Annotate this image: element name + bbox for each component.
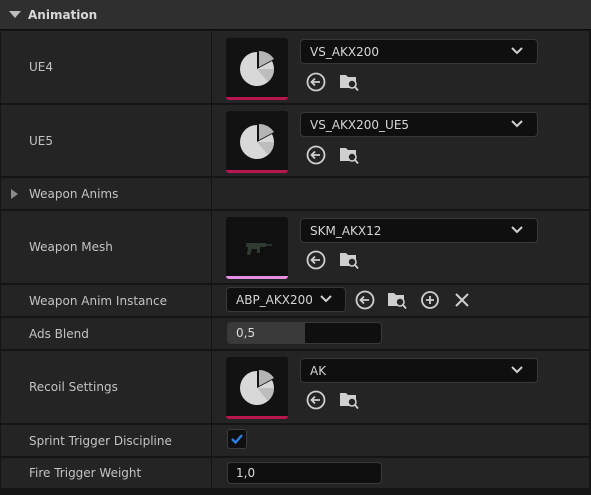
asset-picker-recoil-settings[interactable]: AK bbox=[300, 358, 538, 383]
collapse-caret-icon[interactable] bbox=[9, 11, 21, 18]
property-label-ue4: UE4 bbox=[29, 60, 53, 74]
asset-type-bar bbox=[226, 97, 288, 100]
pie-chart-icon bbox=[226, 111, 288, 173]
chevron-down-icon bbox=[320, 295, 332, 303]
asset-thumbnail-weapon-mesh[interactable] bbox=[226, 217, 288, 279]
column-divider[interactable] bbox=[211, 318, 212, 349]
use-selected-button[interactable] bbox=[354, 289, 376, 311]
pie-chart-icon bbox=[226, 38, 288, 100]
class-picker-weapon-anim-instance[interactable]: ABP_AKX200 bbox=[226, 287, 346, 312]
property-label-sprint-trigger-discipline: Sprint Trigger Discipline bbox=[29, 433, 172, 448]
property-label-weapon-anims: Weapon Anims bbox=[29, 186, 119, 201]
arrow-left-circle-icon bbox=[306, 145, 326, 165]
asset-name: SKM_AKX12 bbox=[310, 223, 382, 238]
browse-asset-button[interactable] bbox=[386, 289, 408, 311]
pie-chart-icon bbox=[226, 357, 288, 419]
asset-picker-ue4[interactable]: VS_AKX200 bbox=[300, 39, 538, 64]
folder-search-icon bbox=[388, 293, 407, 310]
property-row-sprint-trigger-discipline: Sprint Trigger Discipline bbox=[1, 425, 589, 457]
property-label-weapon-mesh: Weapon Mesh bbox=[29, 240, 113, 254]
column-divider[interactable] bbox=[211, 31, 212, 103]
browse-asset-button[interactable] bbox=[338, 389, 360, 411]
asset-thumbnail-recoil-settings[interactable] bbox=[226, 357, 288, 419]
property-label-recoil-settings: Recoil Settings bbox=[29, 380, 118, 394]
property-label-ue5: UE5 bbox=[29, 133, 53, 148]
field-value: 1,0 bbox=[236, 466, 256, 480]
use-selected-button[interactable] bbox=[305, 71, 327, 93]
property-label-fire-trigger-weight: Fire Trigger Weight bbox=[29, 466, 142, 480]
folder-search-icon bbox=[340, 253, 359, 270]
browse-asset-button[interactable] bbox=[338, 249, 360, 271]
column-divider[interactable] bbox=[211, 211, 212, 283]
asset-type-bar bbox=[226, 276, 288, 279]
expand-arrow-icon[interactable] bbox=[11, 188, 18, 199]
slider-value: 0,5 bbox=[236, 326, 256, 340]
arrow-left-circle-icon bbox=[355, 290, 375, 310]
asset-type-bar bbox=[226, 170, 288, 173]
clear-button[interactable] bbox=[451, 289, 473, 311]
column-divider[interactable] bbox=[211, 105, 212, 176]
asset-name: VS_AKX200_UE5 bbox=[310, 117, 410, 132]
asset-picker-ue5[interactable]: VS_AKX200_UE5 bbox=[300, 112, 538, 137]
asset-picker-weapon-mesh[interactable]: SKM_AKX12 bbox=[300, 218, 538, 243]
plus-circle-icon bbox=[421, 291, 439, 309]
checkmark-icon bbox=[231, 434, 243, 445]
chevron-down-icon bbox=[511, 366, 523, 374]
asset-name: AK bbox=[310, 363, 327, 378]
folder-search-icon bbox=[340, 75, 359, 92]
property-row-weapon-anims[interactable]: Weapon Anims bbox=[1, 178, 589, 210]
column-divider[interactable] bbox=[211, 351, 212, 423]
chevron-down-icon bbox=[511, 226, 523, 234]
column-divider[interactable] bbox=[211, 178, 212, 209]
use-selected-button[interactable] bbox=[305, 249, 327, 271]
category-header-animation[interactable]: Animation bbox=[0, 0, 591, 30]
asset-thumbnail-ue5[interactable] bbox=[226, 111, 288, 173]
asset-type-bar bbox=[226, 416, 288, 419]
property-label-ads-blend: Ads Blend bbox=[29, 326, 89, 341]
category-title: Animation bbox=[28, 7, 98, 22]
chevron-down-icon bbox=[511, 120, 523, 128]
column-divider[interactable] bbox=[211, 425, 212, 456]
arrow-left-circle-icon bbox=[306, 250, 326, 270]
column-divider[interactable] bbox=[211, 285, 212, 316]
arrow-left-circle-icon bbox=[306, 72, 326, 92]
arrow-left-circle-icon bbox=[306, 390, 326, 410]
skeletal-mesh-preview-icon bbox=[226, 217, 288, 279]
asset-name: VS_AKX200 bbox=[310, 44, 380, 59]
browse-asset-button[interactable] bbox=[338, 144, 360, 166]
chevron-down-icon bbox=[511, 47, 523, 55]
add-new-button[interactable] bbox=[419, 289, 441, 311]
use-selected-button[interactable] bbox=[305, 144, 327, 166]
folder-search-icon bbox=[340, 148, 359, 165]
ads-blend-slider[interactable]: 0,5 bbox=[227, 322, 382, 344]
property-label-weapon-anim-instance: Weapon Anim Instance bbox=[29, 293, 167, 308]
asset-thumbnail-ue4[interactable] bbox=[226, 38, 288, 100]
sprint-trigger-discipline-checkbox[interactable] bbox=[227, 429, 247, 449]
fire-trigger-weight-input[interactable]: 1,0 bbox=[227, 462, 382, 484]
folder-search-icon bbox=[340, 393, 359, 410]
column-divider[interactable] bbox=[211, 458, 212, 488]
browse-asset-button[interactable] bbox=[338, 71, 360, 93]
x-icon bbox=[455, 293, 469, 307]
class-name: ABP_AKX200 bbox=[236, 292, 313, 307]
use-selected-button[interactable] bbox=[305, 389, 327, 411]
